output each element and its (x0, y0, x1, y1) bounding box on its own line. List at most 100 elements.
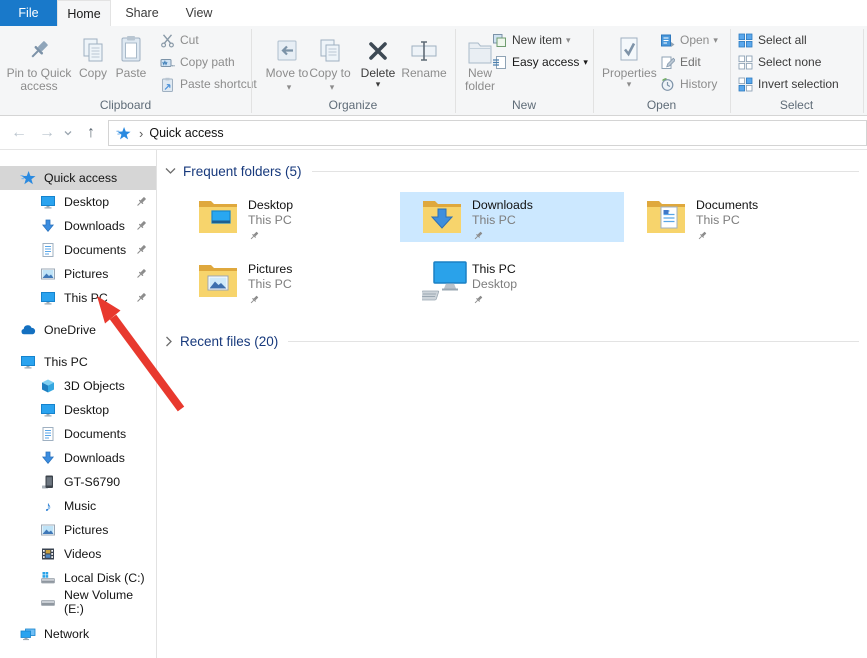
paste-shortcut-button[interactable]: Paste shortcut (160, 74, 257, 94)
dropdown-caret-icon: ▾ (566, 34, 571, 45)
tab-file[interactable]: File (0, 0, 57, 26)
sidebar-item-phone-gt-s6790[interactable]: GT-S6790 (0, 470, 156, 494)
frequent-folders-header[interactable]: Frequent folders (5) (165, 162, 859, 180)
tile-pictures[interactable]: Pictures This PC (176, 256, 400, 306)
rename-label: Rename (401, 66, 447, 80)
sidebar-item-desktop[interactable]: Desktop (0, 190, 156, 214)
pin-to-quick-access-label: Pin to Quick access (6, 66, 72, 93)
sidebar-item-this-pc-pinned[interactable]: This PC (0, 286, 156, 310)
up-button[interactable]: ↑ (80, 116, 102, 149)
dropdown-caret-icon: ▾ (713, 34, 718, 45)
ribbon-tab-strip: File Home Share View (0, 0, 867, 26)
open-group-label: Open (646, 98, 677, 112)
invert-selection-button[interactable]: Invert selection (738, 74, 839, 94)
tile-documents[interactable]: Documents This PC (624, 192, 848, 242)
computer-icon (422, 260, 468, 302)
pin-icon (248, 294, 292, 306)
address-bar[interactable]: › Quick access (108, 120, 867, 146)
folder-downloads-icon (422, 198, 462, 234)
back-button[interactable]: ← (8, 116, 30, 149)
tab-home[interactable]: Home (57, 0, 111, 26)
paste-button[interactable]: Paste (110, 32, 152, 80)
tile-this-pc[interactable]: This PC Desktop (400, 256, 624, 306)
sidebar-item-documents[interactable]: Documents (0, 238, 156, 262)
pin-to-quick-access-button[interactable]: Pin to Quick access (4, 32, 74, 93)
properties-icon (602, 32, 656, 64)
sidebar-item-label: Documents (64, 427, 127, 441)
pin-icon (134, 291, 148, 305)
sidebar-item-quick-access[interactable]: Quick access (0, 166, 156, 190)
sidebar-item-label: Downloads (64, 451, 125, 465)
sidebar-item-music[interactable]: ♪ Music (0, 494, 156, 518)
breadcrumb-root[interactable]: Quick access (149, 126, 223, 140)
sidebar-item-pictures[interactable]: Pictures (0, 262, 156, 286)
edit-icon (660, 55, 675, 70)
select-all-label: Select all (758, 33, 807, 47)
delete-icon (355, 32, 401, 64)
header-rule (311, 170, 859, 172)
hard-disk-icon (40, 594, 56, 610)
network-icon (20, 626, 36, 642)
sidebar-item-videos[interactable]: Videos (0, 542, 156, 566)
new-group-label: New (511, 98, 536, 112)
monitor-icon (40, 402, 56, 418)
copy-to-label: Copy to ▾ (309, 66, 351, 93)
open-label: Open (680, 33, 710, 47)
sidebar-section-gap (0, 342, 156, 350)
history-button[interactable]: History (660, 74, 717, 94)
edit-button[interactable]: Edit (660, 52, 701, 72)
recent-locations-dropdown[interactable] (60, 116, 76, 149)
phone-icon (40, 474, 56, 490)
sidebar-item-label: Desktop (64, 403, 110, 417)
select-none-label: Select none (758, 55, 822, 69)
sidebar-item-pc-downloads[interactable]: Downloads (0, 446, 156, 470)
sidebar-item-pc-desktop[interactable]: Desktop (0, 398, 156, 422)
sidebar-item-downloads[interactable]: Downloads (0, 214, 156, 238)
chevron-down-icon (165, 167, 176, 175)
monitor-icon (20, 354, 36, 370)
sidebar-item-3d-objects[interactable]: 3D Objects (0, 374, 156, 398)
copy-path-button[interactable]: Copy path (160, 52, 235, 72)
copy-to-button[interactable]: Copy to ▾ (308, 32, 352, 94)
move-to-button[interactable]: Move to ▾ (265, 32, 309, 94)
breadcrumb-chevron-icon: › (139, 125, 144, 141)
organize-group-label: Organize (328, 98, 378, 112)
pin-icon (472, 294, 517, 306)
film-icon (40, 546, 56, 562)
tab-view[interactable]: View (173, 0, 225, 26)
select-none-icon (738, 55, 753, 70)
new-item-button[interactable]: New item ▾ (492, 30, 571, 50)
rename-button[interactable]: Rename (400, 32, 448, 80)
select-none-button[interactable]: Select none (738, 52, 821, 72)
chevron-right-icon (165, 336, 173, 347)
delete-button[interactable]: Delete ▾ (355, 32, 401, 89)
sidebar-item-local-disk-c[interactable]: Local Disk (C:) (0, 566, 156, 590)
tab-share[interactable]: Share (111, 0, 173, 26)
sidebar-item-pc-documents[interactable]: Documents (0, 422, 156, 446)
tile-desktop[interactable]: Desktop This PC (176, 192, 400, 242)
frequent-folders-title: Frequent folders (5) (183, 163, 302, 179)
sidebar-item-pc-pictures[interactable]: Pictures (0, 518, 156, 542)
open-button[interactable]: Open ▾ (660, 30, 718, 50)
sidebar-item-network[interactable]: Network (0, 622, 156, 646)
copy-path-icon (160, 55, 175, 70)
properties-button[interactable]: Properties ▾ (602, 32, 657, 89)
tile-subtitle: This PC (696, 213, 740, 227)
easy-access-button[interactable]: Easy access ▾ (492, 52, 588, 72)
history-icon (660, 77, 675, 92)
recent-files-header[interactable]: Recent files (20) (165, 332, 859, 350)
copy-button[interactable]: Copy (74, 32, 112, 80)
pin-icon (134, 195, 148, 209)
cut-button[interactable]: Cut (160, 30, 199, 50)
recent-files-title: Recent files (20) (180, 333, 279, 349)
sidebar-item-onedrive[interactable]: OneDrive (0, 318, 156, 342)
forward-button[interactable]: → (36, 116, 58, 149)
quick-access-star-icon (116, 126, 131, 141)
tile-downloads[interactable]: Downloads This PC (400, 192, 624, 242)
easy-access-icon (492, 55, 507, 70)
history-label: History (680, 77, 718, 91)
sidebar-item-this-pc[interactable]: This PC (0, 350, 156, 374)
hard-disk-windows-icon (40, 570, 56, 586)
select-all-button[interactable]: Select all (738, 30, 807, 50)
sidebar-item-new-volume-e[interactable]: New Volume (E:) (0, 588, 156, 616)
